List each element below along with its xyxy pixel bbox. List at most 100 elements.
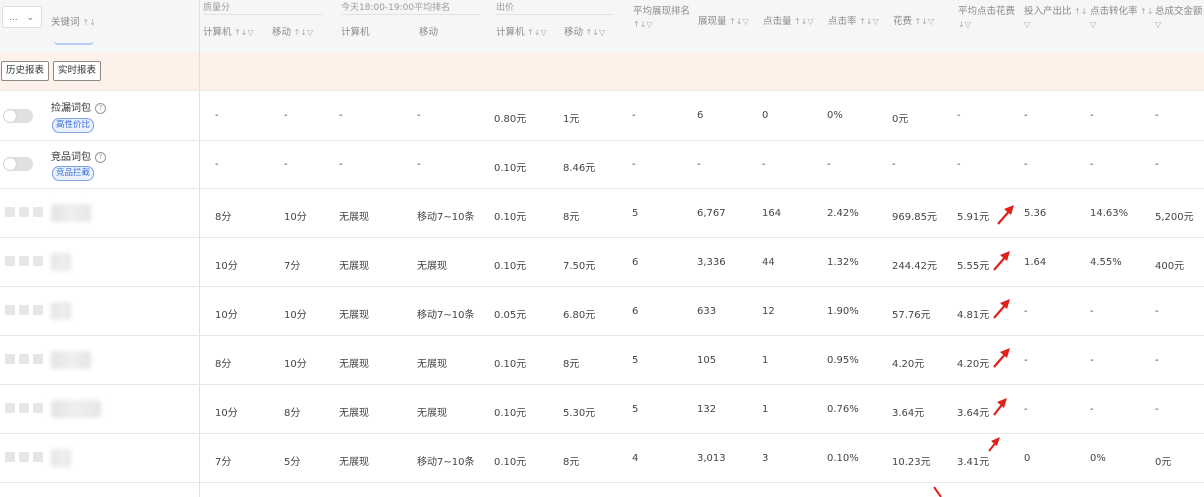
cell-quality-mobile: - [284, 159, 288, 170]
cell-bid-mobile: 1元 [563, 114, 580, 125]
cell-impressions: 6 [697, 110, 704, 121]
sort-icon[interactable]: ↑↓ [83, 18, 96, 27]
package-toggle[interactable] [3, 157, 33, 171]
package-name-label: 捡漏词包 [51, 103, 91, 114]
cell-total-sales: - [1155, 110, 1159, 121]
cell-avg-cpc: 4.20元 [957, 359, 990, 370]
cell-rank-mobile: - [417, 110, 421, 121]
filter-icon[interactable]: ▽ [307, 28, 313, 37]
cell-avg-cpc: 3.41元 [957, 457, 990, 468]
sort-icon[interactable]: ↑↓ [583, 28, 599, 37]
cell-impressions: 6,767 [697, 208, 726, 219]
package-name-label: 竞品词包 [51, 152, 91, 163]
col-impressions[interactable]: 展现量 ↑↓▽ [698, 13, 749, 27]
cell-rank-mobile: 移动7~10条 [417, 457, 475, 468]
sort-icon[interactable]: ↑↓ [727, 17, 742, 26]
cell-avg-cpc: 5.91元 [957, 212, 990, 223]
sort-icon[interactable]: ↑↓ [291, 28, 307, 37]
redacted-keyword [51, 253, 71, 271]
col-cost[interactable]: 花费 ↑↓▽ [893, 13, 934, 27]
filter-icon[interactable]: ▽ [540, 28, 546, 37]
cell-quality-pc: 10分 [215, 261, 238, 272]
col-avg-cpc[interactable]: 平均点击花费 ↓▽ [958, 5, 1015, 31]
help-icon[interactable]: ? [95, 152, 106, 163]
cell-quality-mobile: 10分 [284, 310, 307, 321]
cell-ctr: 1.90% [827, 306, 859, 317]
row-divider [0, 286, 1204, 287]
cell-bid-pc: 0.80元 [494, 114, 527, 125]
sort-icon[interactable]: ↑↓ [1138, 7, 1153, 16]
col-avg-position[interactable]: 平均展现排名 ↑↓▽ [633, 5, 690, 31]
cell-cost: 244.42元 [892, 261, 937, 272]
col-quality-pc[interactable]: 计算机 ↑↓▽ [203, 24, 254, 38]
package-toggle[interactable] [3, 109, 33, 123]
cell-rank-mobile: 无展现 [417, 261, 447, 272]
cell-cost: 57.76元 [892, 310, 931, 321]
cell-clicks: 3 [762, 453, 769, 464]
cell-rank-pc: 无展现 [339, 212, 369, 223]
filter-icon[interactable]: ▽ [1024, 20, 1030, 29]
filter-icon[interactable]: ▽ [599, 28, 605, 37]
red-annotation-arrow [993, 251, 1010, 271]
filter-icon[interactable]: ▽ [872, 17, 878, 26]
help-icon[interactable]: ? [95, 103, 106, 114]
sort-icon[interactable]: ↑↓ [633, 20, 646, 29]
cell-ctr: 0.10% [827, 453, 859, 464]
cell-roi: - [1024, 110, 1028, 121]
sort-icon[interactable]: ↑↓ [792, 17, 807, 26]
col-quality-mobile[interactable]: 移动 ↑↓▽ [272, 24, 313, 38]
red-annotation-arrow [993, 348, 1010, 368]
realtime-report-button[interactable]: 实时报表 [53, 61, 102, 81]
selection-indicator [54, 40, 94, 45]
col-roi[interactable]: 投入产出比 ↑↓ ▽ [1024, 5, 1087, 31]
cell-rank-pc: 无展现 [339, 457, 369, 468]
sort-icon[interactable]: ↑↓ [232, 28, 247, 37]
red-annotation-arrow [988, 437, 1000, 452]
cell-rank-pc: 无展现 [339, 359, 369, 370]
cell-roi: - [1024, 404, 1028, 415]
cell-clicks: 0 [762, 110, 769, 121]
filter-icon[interactable]: ▽ [965, 20, 971, 29]
cell-avg-position: - [632, 110, 636, 121]
filter-icon[interactable]: ▽ [646, 20, 652, 29]
sort-icon[interactable]: ↑↓ [525, 28, 540, 37]
col-ctr[interactable]: 点击率 ↑↓▽ [828, 13, 879, 27]
cell-clicks: - [762, 159, 766, 170]
cell-avg-position: - [632, 159, 636, 170]
col-cvr[interactable]: 点击转化率 ↑↓ ▽ [1090, 5, 1153, 31]
keyword-status-icon [33, 452, 43, 462]
toggle-knob [4, 158, 16, 170]
col-total-sales-label: 总成交金额 [1155, 6, 1203, 17]
sort-icon[interactable]: ↑↓ [1072, 7, 1087, 16]
cell-clicks: 1 [762, 355, 769, 366]
col-quality-mobile-label: 移动 [272, 27, 292, 38]
col-bid-pc[interactable]: 计算机 ↑↓▽ [496, 24, 547, 38]
filter-icon[interactable]: ▽ [807, 17, 813, 26]
cell-total-sales: 400元 [1155, 261, 1185, 272]
filter-icon[interactable]: ▽ [247, 28, 253, 37]
column-dropdown[interactable]: ... ⌄ [2, 6, 42, 28]
cell-quality-pc: - [215, 159, 219, 170]
cell-bid-mobile: 5.30元 [563, 408, 596, 419]
history-report-button[interactable]: 历史报表 [1, 61, 50, 81]
cell-bid-pc: 0.10元 [494, 457, 527, 468]
filter-icon[interactable]: ▽ [928, 17, 934, 26]
col-total-sales[interactable]: 总成交金额 ▽ [1155, 5, 1203, 31]
filter-icon[interactable]: ▽ [1155, 20, 1161, 29]
cell-avg-position: 6 [632, 306, 639, 317]
cell-ctr: 1.32% [827, 257, 859, 268]
cell-cost: 0元 [892, 114, 909, 125]
col-clicks[interactable]: 点击量 ↑↓▽ [763, 13, 814, 27]
filter-icon[interactable]: ▽ [742, 17, 748, 26]
sort-icon[interactable]: ↑↓ [912, 17, 928, 26]
keyword-status-icon [5, 207, 15, 217]
cell-bid-pc: 0.10元 [494, 408, 527, 419]
col-cost-label: 花费 [893, 16, 913, 27]
cell-roi: - [1024, 306, 1028, 317]
cell-bid-mobile: 8元 [563, 359, 580, 370]
keyword-header[interactable]: 关键词 ↑↓ [51, 14, 96, 28]
col-bid-mobile[interactable]: 移动 ↑↓▽ [564, 24, 605, 38]
sort-icon[interactable]: ↑↓ [857, 17, 872, 26]
filter-icon[interactable]: ▽ [1090, 20, 1096, 29]
sort-icon[interactable]: ↓ [958, 20, 965, 29]
